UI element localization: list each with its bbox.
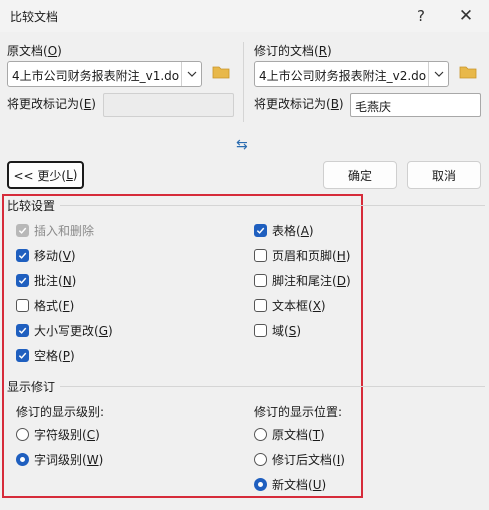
section-separator — [60, 205, 485, 206]
divider — [243, 42, 244, 122]
level-radio-0[interactable]: 字符级别(C) — [16, 425, 103, 443]
swap-icon[interactable]: ⇆ — [236, 137, 248, 153]
checkbox-icon[interactable] — [254, 223, 267, 237]
checkbox-icon[interactable] — [16, 298, 29, 312]
position-radio-0[interactable]: 原文档(T) — [254, 425, 345, 443]
radio-icon[interactable] — [16, 427, 29, 441]
original-doc-value: 4上市公司财务报表附注_v1.docx — [12, 69, 179, 83]
checkbox-icon[interactable] — [254, 273, 267, 287]
checkbox-icon[interactable] — [254, 248, 267, 262]
position-radio-2[interactable]: 新文档(U) — [254, 475, 345, 493]
settings-right-col: 表格(A) 页眉和页脚(H) 脚注和尾注(D) 文本框(X) 域(S) — [254, 221, 351, 346]
settings-left-checkbox-0: 插入和删除 — [16, 221, 113, 239]
chevron-down-icon[interactable] — [181, 62, 201, 86]
revised-doc-value: 4上市公司财务报表附注_v2.docx — [259, 69, 426, 83]
original-mark-input[interactable] — [103, 93, 234, 117]
checkbox-icon[interactable] — [16, 223, 29, 237]
title-bar: 比较文档 ? ✕ — [0, 0, 489, 32]
revised-mark-input[interactable]: 毛燕庆 — [350, 93, 481, 117]
settings-right-checkbox-4[interactable]: 域(S) — [254, 321, 351, 339]
checkbox-icon[interactable] — [16, 323, 29, 337]
radio-icon[interactable] — [16, 452, 29, 466]
show-title: 显示修订 — [7, 380, 56, 394]
settings-left-checkbox-5[interactable]: 空格(P) — [16, 346, 113, 364]
close-button[interactable]: ✕ — [445, 0, 487, 32]
level-title: 修订的显示级别: — [16, 405, 105, 419]
folder-icon[interactable] — [459, 65, 477, 82]
checkbox-icon[interactable] — [16, 248, 29, 262]
revised-doc-combo[interactable]: 4上市公司财务报表附注_v2.docx — [254, 61, 449, 87]
position-title: 修订的显示位置: — [254, 405, 343, 419]
revised-mark-label: 将更改标记为(B) — [254, 97, 344, 111]
checkbox-icon[interactable] — [16, 348, 29, 362]
checkbox-icon[interactable] — [16, 273, 29, 287]
settings-left-checkbox-2[interactable]: 批注(N) — [16, 271, 113, 289]
settings-right-checkbox-1[interactable]: 页眉和页脚(H) — [254, 246, 351, 264]
ok-button[interactable]: 确定 — [323, 161, 397, 189]
cancel-button[interactable]: 取消 — [407, 161, 481, 189]
radio-icon[interactable] — [254, 477, 267, 491]
settings-left-col: 插入和删除移动(V) 批注(N) 格式(F) 大小写更改(G) 空格(P) — [16, 221, 113, 371]
window-title: 比较文档 — [10, 10, 59, 24]
less-button[interactable]: << 更少(L) — [7, 161, 84, 189]
folder-icon[interactable] — [212, 65, 230, 82]
radio-icon[interactable] — [254, 427, 267, 441]
section-separator — [60, 386, 485, 387]
settings-left-checkbox-4[interactable]: 大小写更改(G) — [16, 321, 113, 339]
chevron-down-icon[interactable] — [428, 62, 448, 86]
settings-left-checkbox-1[interactable]: 移动(V) — [16, 246, 113, 264]
level-options: 字符级别(C) 字词级别(W) — [16, 425, 103, 475]
checkbox-icon[interactable] — [254, 323, 267, 337]
settings-title: 比较设置 — [7, 199, 56, 213]
checkbox-icon[interactable] — [254, 298, 267, 312]
position-radio-1[interactable]: 修订后文档(I) — [254, 450, 345, 468]
original-mark-label: 将更改标记为(E) — [7, 97, 96, 111]
revised-doc-label: 修订的文档(R) — [254, 44, 332, 58]
original-doc-combo[interactable]: 4上市公司财务报表附注_v1.docx — [7, 61, 202, 87]
radio-icon[interactable] — [254, 452, 267, 466]
position-options: 原文档(T) 修订后文档(I) 新文档(U) — [254, 425, 345, 500]
original-doc-label: 原文档(O) — [7, 44, 62, 58]
settings-right-checkbox-0[interactable]: 表格(A) — [254, 221, 351, 239]
level-radio-1[interactable]: 字词级别(W) — [16, 450, 103, 468]
settings-left-checkbox-3[interactable]: 格式(F) — [16, 296, 113, 314]
settings-right-checkbox-3[interactable]: 文本框(X) — [254, 296, 351, 314]
help-button[interactable]: ? — [400, 0, 442, 32]
settings-right-checkbox-2[interactable]: 脚注和尾注(D) — [254, 271, 351, 289]
